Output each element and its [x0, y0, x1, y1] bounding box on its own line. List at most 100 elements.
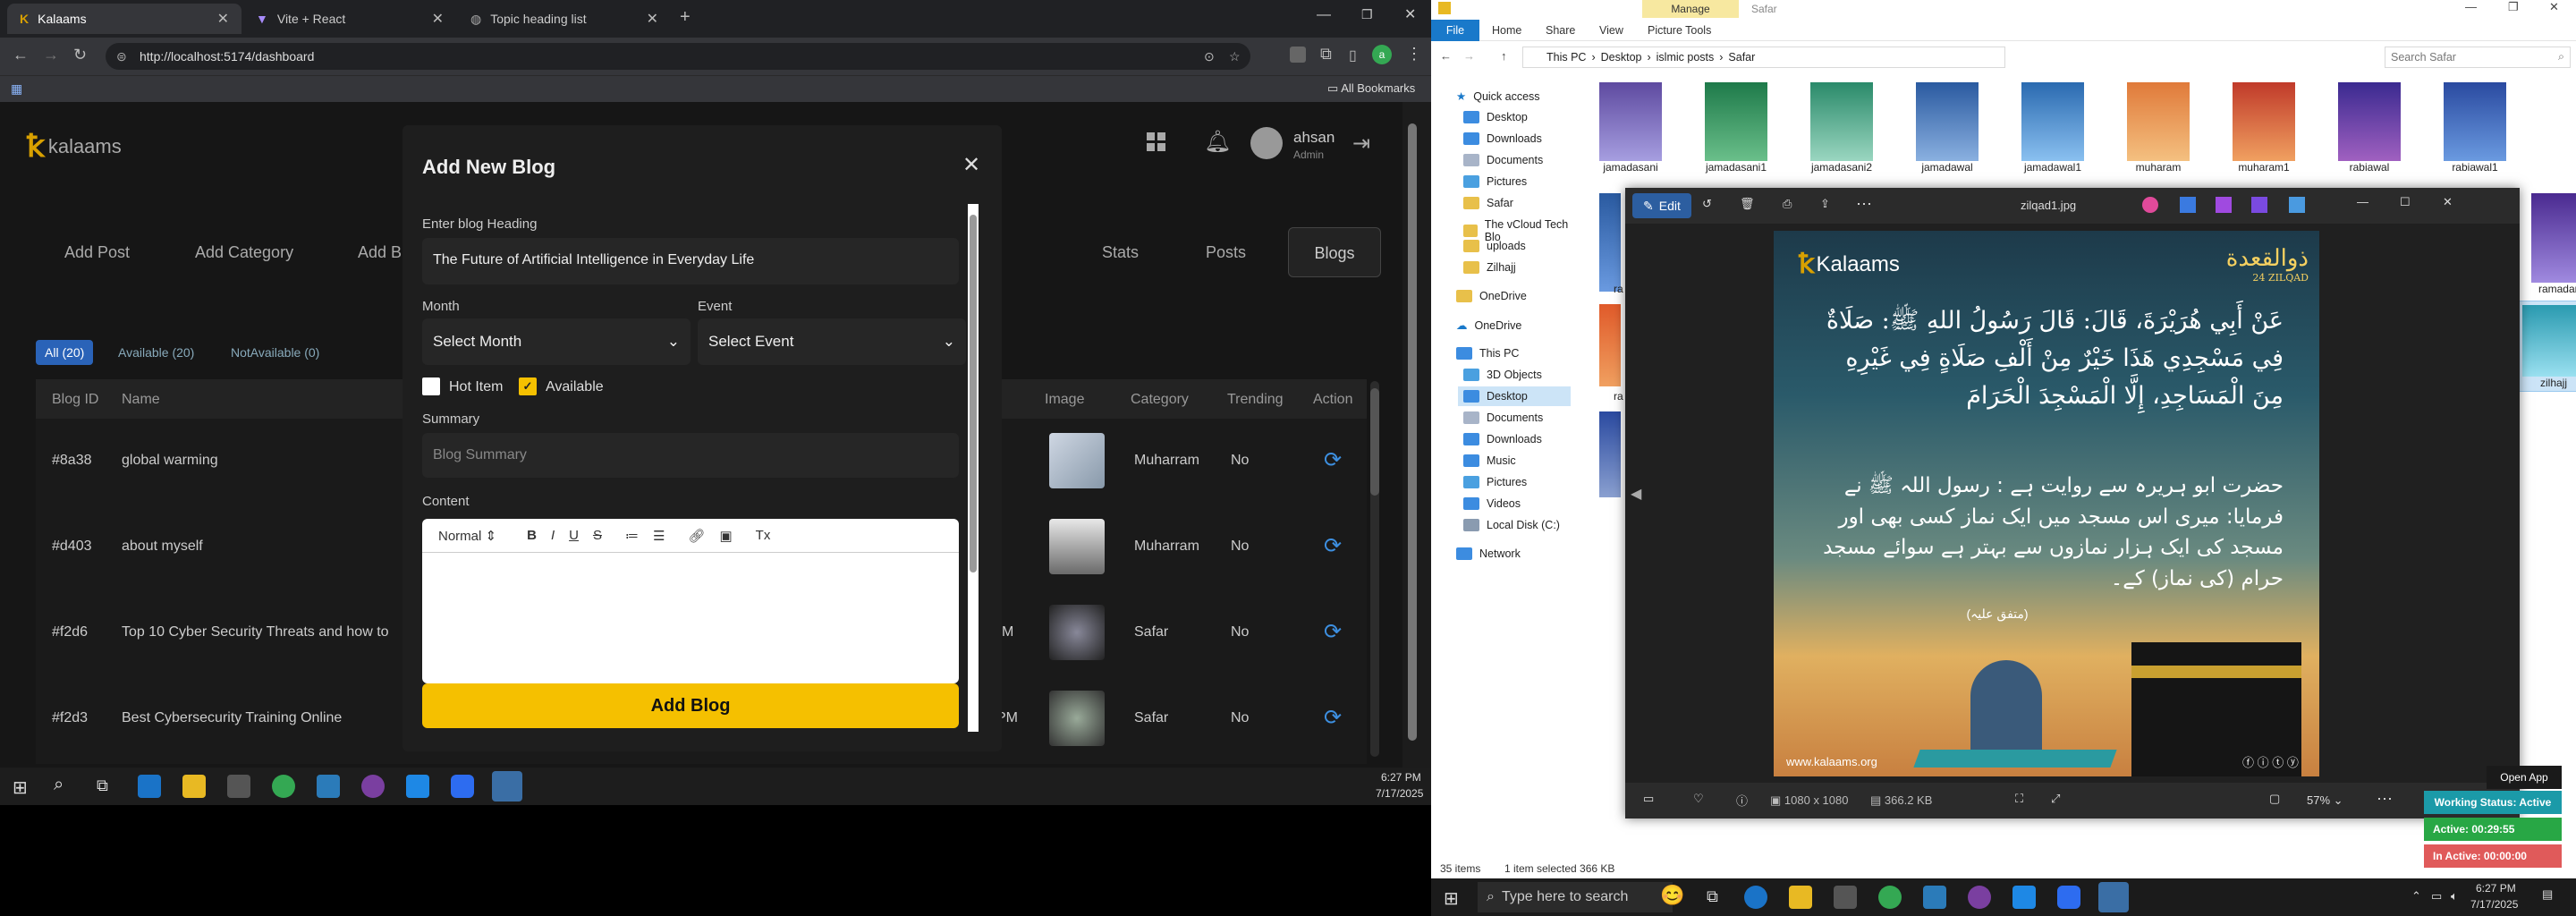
nav-desktop[interactable]: Desktop: [1463, 111, 1528, 123]
minimize-icon[interactable]: —: [1317, 7, 1331, 23]
store-icon[interactable]: [1834, 886, 1857, 909]
close-window-icon[interactable]: ✕: [1404, 5, 1416, 23]
underline-icon[interactable]: U: [569, 528, 579, 543]
back-icon[interactable]: ←: [1440, 49, 1452, 63]
vscode-icon[interactable]: [406, 775, 429, 798]
delete-icon[interactable]: 🗑︎: [1740, 197, 1755, 211]
erase-icon[interactable]: [2251, 197, 2267, 213]
nav-safar[interactable]: Safar: [1463, 197, 1513, 209]
file-item[interactable]: ramadan1: [2522, 193, 2576, 295]
app-icon[interactable]: [1923, 886, 1946, 909]
nav-uploads[interactable]: uploads: [1463, 240, 1526, 252]
refresh-icon[interactable]: ⟳: [1324, 705, 1342, 731]
ribbon-file[interactable]: File: [1431, 20, 1479, 41]
file-item[interactable]: jamadasani2: [1801, 82, 1882, 174]
partial-thumbnail[interactable]: [1599, 304, 1621, 386]
info-icon[interactable]: ⓘ: [1736, 792, 1748, 809]
filter-notavailable[interactable]: NotAvailable (0): [231, 345, 319, 360]
copilot-icon[interactable]: [2142, 197, 2158, 213]
bold-icon[interactable]: B: [527, 528, 537, 543]
open-app-button[interactable]: Open App: [2487, 766, 2562, 789]
nav-videos[interactable]: Videos: [1463, 497, 1521, 510]
scrollbar-thumb[interactable]: [1370, 388, 1379, 496]
image-icon[interactable]: ▣: [719, 528, 732, 544]
maximize-icon[interactable]: ☐: [2400, 195, 2411, 209]
page-scrollbar[interactable]: [1404, 102, 1420, 768]
file-item[interactable]: muharam: [2118, 82, 2199, 174]
tab-kalaams[interactable]: K Kalaams ✕: [7, 4, 242, 34]
summary-input[interactable]: Blog Summary: [422, 433, 959, 478]
new-tab-button[interactable]: +: [680, 7, 691, 28]
cloud-icon[interactable]: [2289, 197, 2305, 213]
nav-desktop-pc[interactable]: Desktop: [1463, 390, 1528, 403]
nav-downloads[interactable]: Downloads: [1463, 132, 1542, 145]
favorite-icon[interactable]: ♡: [1693, 792, 1704, 806]
file-explorer-icon[interactable]: [182, 775, 206, 798]
task-view-icon[interactable]: ⧉: [1707, 887, 1718, 906]
month-select[interactable]: Select Month ⌄: [422, 318, 691, 365]
emoji-widget-icon[interactable]: 😊: [1660, 884, 1684, 907]
active-app-icon[interactable]: [492, 771, 522, 802]
bell-icon[interactable]: 🔔︎: [1204, 129, 1231, 155]
notification-icon[interactable]: ▤: [2542, 887, 2553, 902]
nav-local-disk[interactable]: Local Disk (C:): [1463, 519, 1560, 531]
file-item[interactable]: jamadasani: [1590, 82, 1671, 174]
back-icon[interactable]: ←: [13, 46, 29, 64]
partial-thumbnail[interactable]: [1599, 411, 1621, 497]
nav-onedrive-2[interactable]: ☁ OneDrive: [1456, 318, 1521, 333]
chrome-icon[interactable]: [272, 775, 295, 798]
chrome-icon[interactable]: [1878, 886, 1902, 909]
table-scrollbar[interactable]: [1370, 381, 1379, 757]
nav-blogs[interactable]: Blogs: [1288, 227, 1381, 277]
vscode-icon[interactable]: [2012, 886, 2036, 909]
zoom-select[interactable]: 57% ⌄: [2307, 793, 2343, 808]
windows-start-icon[interactable]: ⊞: [13, 776, 28, 799]
file-explorer-icon[interactable]: [1789, 886, 1812, 909]
github-icon[interactable]: [1968, 886, 1991, 909]
zoom-icon[interactable]: [2057, 886, 2080, 909]
search-icon[interactable]: ⌕: [54, 775, 64, 795]
maximize-icon[interactable]: ❐: [2508, 0, 2519, 14]
ordered-list-icon[interactable]: ≔: [625, 528, 639, 544]
share-icon[interactable]: ⇪: [1820, 197, 1830, 211]
zoom-icon[interactable]: [451, 775, 474, 798]
refresh-icon[interactable]: ⟳: [1324, 447, 1342, 473]
more-icon[interactable]: ⋯: [2377, 790, 2393, 809]
refresh-icon[interactable]: ⟳: [1324, 533, 1342, 559]
format-select[interactable]: Normal ⇕: [438, 528, 496, 544]
file-item[interactable]: rabiawal1: [2435, 82, 2515, 174]
nav-this-pc[interactable]: This PC: [1456, 347, 1519, 360]
nav-3d-objects[interactable]: 3D Objects: [1463, 369, 1542, 381]
minimize-icon[interactable]: —: [2465, 0, 2477, 13]
app-icon[interactable]: [317, 775, 340, 798]
modal-scrollbar[interactable]: [968, 204, 979, 732]
ribbon-share[interactable]: Share: [1546, 24, 1575, 37]
nav-posts[interactable]: Posts: [1206, 243, 1246, 262]
actual-size-icon[interactable]: ▢: [2269, 792, 2280, 806]
scrollbar-thumb[interactable]: [1408, 123, 1417, 741]
filter-all[interactable]: All (20): [36, 340, 94, 365]
ribbon-home[interactable]: Home: [1492, 24, 1521, 37]
windows-start-icon[interactable]: ⊞: [1444, 887, 1459, 910]
fullscreen-icon[interactable]: ⛶: [2015, 792, 2023, 806]
site-info-icon[interactable]: ⊜: [116, 43, 127, 70]
nav-pictures[interactable]: Pictures: [1463, 175, 1527, 188]
logout-icon[interactable]: ⇥: [1352, 131, 1370, 157]
print-icon[interactable]: ⎙: [1783, 197, 1792, 211]
nav-downloads-pc[interactable]: Downloads: [1463, 433, 1542, 445]
strike-icon[interactable]: S: [593, 528, 602, 543]
nav-pictures-pc[interactable]: Pictures: [1463, 476, 1527, 488]
prev-image-icon[interactable]: ◀: [1631, 485, 1641, 503]
incognito-icon[interactable]: ⊙: [1204, 43, 1215, 70]
edge-icon[interactable]: [138, 775, 161, 798]
tab-topic-heading-list[interactable]: ◍ Topic heading list ✕: [458, 4, 671, 34]
extension-icon[interactable]: [1290, 47, 1306, 63]
rich-text-editor[interactable]: Normal ⇕ B I U S ≔ ☰ 🔗︎ ▣ Tx: [422, 519, 959, 683]
network-tray-icon[interactable]: ▭: [2431, 889, 2442, 903]
filmstrip-icon[interactable]: ▭: [1643, 792, 1654, 806]
hot-item-checkbox[interactable]: [422, 377, 440, 395]
rotate-icon[interactable]: ↺: [1702, 197, 1712, 211]
file-item[interactable]: muharam1: [2224, 82, 2304, 174]
tray-chevron-icon[interactable]: ⌃: [2411, 889, 2421, 903]
profile-avatar[interactable]: a: [1372, 45, 1392, 64]
